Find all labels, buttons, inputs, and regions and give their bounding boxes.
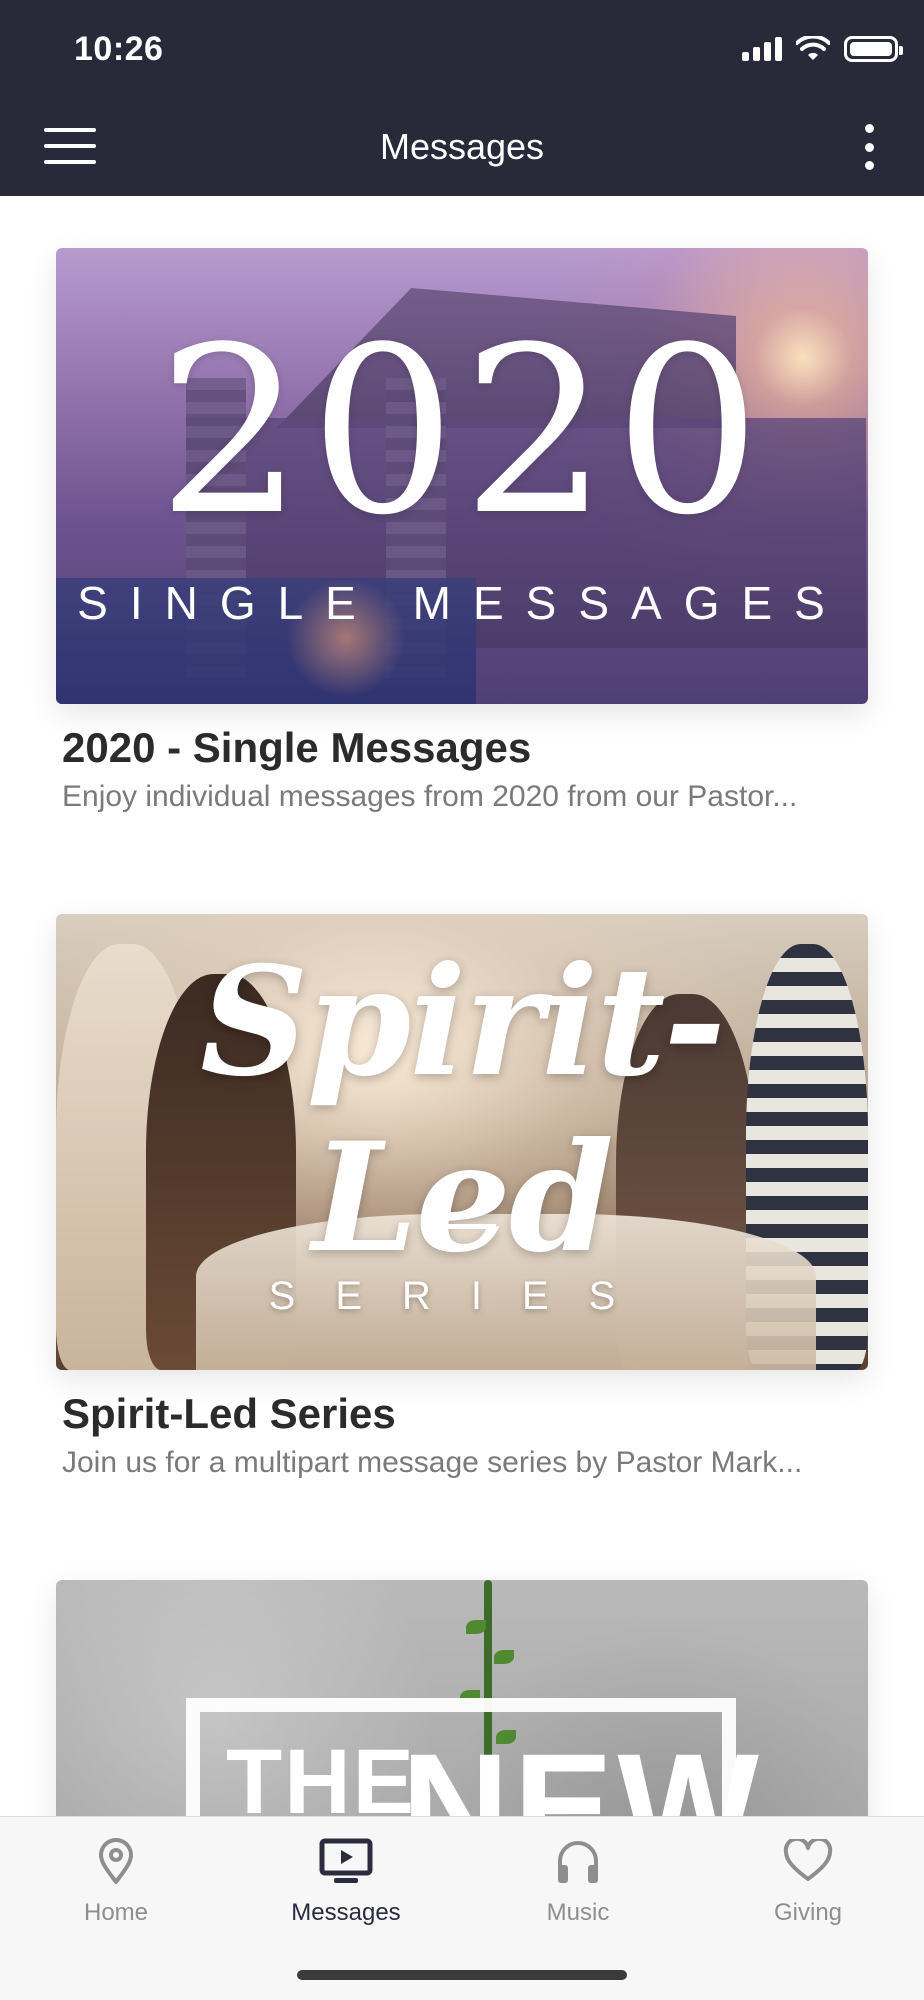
series-artwork: Spirit-Led SERIES [56, 914, 868, 1370]
tab-giving[interactable]: Giving [708, 1833, 908, 1927]
series-description: Join us for a multipart message series b… [62, 1446, 803, 1479]
tab-label: Home [83, 1899, 149, 1926]
artwork-subtitle: SERIES [268, 1274, 656, 1318]
artwork-subtitle: SINGLE MESSAGES [77, 577, 847, 629]
tab-label: Giving [773, 1899, 843, 1926]
tab-label: Music [546, 1899, 610, 1926]
artwork-title: 2020 [157, 299, 767, 566]
tab-label: Messages [291, 1899, 401, 1926]
series-title: Spirit-Led Series [62, 1390, 396, 1437]
series-card[interactable]: Spirit-Led SERIES Spirit-Led Series Join… [56, 914, 868, 1480]
cellular-signal-icon [742, 37, 782, 61]
status-icons [742, 36, 903, 62]
tv-play-icon [319, 1838, 373, 1883]
artwork-word: THE [226, 1731, 416, 1816]
tab-home[interactable]: Home [16, 1833, 216, 1927]
heart-icon [783, 1839, 833, 1881]
message-series-list: 2020 SINGLE MESSAGES 2020 - Single Messa… [0, 196, 924, 1816]
location-pin-icon [99, 1838, 133, 1884]
wifi-icon [796, 36, 830, 60]
home-indicator[interactable] [297, 1970, 627, 1980]
app-header: 10:26 Messages [0, 0, 924, 196]
status-time: 10:26 [74, 30, 164, 68]
series-card[interactable]: THE NEW [56, 1580, 868, 1816]
artwork-title: Spirit-Led [200, 934, 726, 1286]
series-title: 2020 - Single Messages [62, 724, 532, 771]
series-thumbnail[interactable]: Spirit-Led SERIES [56, 914, 868, 1370]
series-thumbnail[interactable]: 2020 SINGLE MESSAGES [56, 248, 868, 704]
series-artwork: THE NEW [56, 1580, 868, 1816]
series-thumbnail[interactable]: THE NEW [56, 1580, 868, 1816]
more-options-icon[interactable] [854, 124, 884, 170]
series-card[interactable]: 2020 SINGLE MESSAGES 2020 - Single Messa… [56, 248, 868, 814]
series-description: Enjoy individual messages from 2020 from… [62, 780, 798, 813]
page-title: Messages [379, 126, 545, 167]
artwork-word: NEW [401, 1722, 763, 1816]
tab-music[interactable]: Music [478, 1833, 678, 1927]
headphones-icon [558, 1841, 598, 1883]
series-artwork: 2020 SINGLE MESSAGES [56, 248, 868, 704]
battery-icon [844, 36, 903, 62]
tab-messages[interactable]: Messages [246, 1833, 446, 1927]
